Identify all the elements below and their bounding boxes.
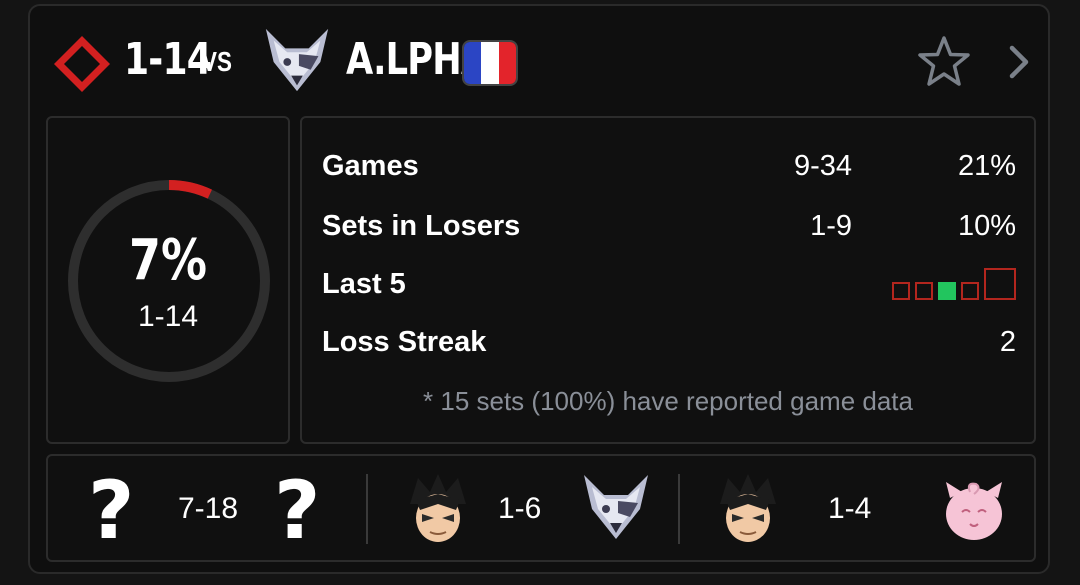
streak-value: 2 — [999, 326, 1016, 358]
wolf-icon — [584, 475, 648, 539]
losers-record: 1-9 — [810, 210, 852, 242]
footnote: * 15 sets (100%) have reported game data — [423, 386, 913, 416]
matchup-header: 1-14 VS A.LPHA — [46, 26, 1036, 96]
france-flag-icon — [462, 40, 518, 86]
losers-percent: 10% — [957, 210, 1016, 242]
character-matchups: ? 7-18 ? 1-6 1-4 — [46, 454, 1036, 562]
kazuya-icon — [720, 474, 776, 542]
games-record: 9-34 — [793, 150, 852, 182]
matchup-item[interactable]: ? 7-18 ? — [48, 456, 368, 560]
divider — [678, 474, 680, 544]
divider — [366, 474, 368, 544]
streak-label: Loss Streak — [322, 326, 487, 358]
jigglypuff-icon — [946, 482, 1002, 540]
red-diamond-icon — [54, 36, 110, 92]
kazuya-icon — [410, 474, 466, 542]
loss-indicator — [915, 282, 933, 300]
question-mark-icon: ? — [88, 464, 135, 557]
games-percent: 21% — [957, 150, 1016, 182]
star-icon[interactable] — [916, 34, 972, 90]
win-rate-panel: 7% 1-14 — [46, 116, 290, 444]
matchup-record: 1-6 — [498, 492, 542, 525]
matchup-item[interactable]: 1-6 — [370, 456, 676, 560]
matchup-record: 7-18 — [178, 492, 239, 525]
chevron-right-icon[interactable] — [1004, 42, 1034, 82]
header-record: 1-14 — [124, 34, 212, 85]
stats-panel: Games 9-34 21% Sets in Losers 1-9 10% La… — [300, 116, 1036, 444]
loss-indicator — [984, 268, 1016, 300]
wolf-icon — [265, 28, 329, 92]
question-mark-icon: ? — [274, 464, 321, 557]
games-row: Games 9-34 21% — [322, 150, 1016, 190]
losers-row: Sets in Losers 1-9 10% — [322, 210, 1016, 250]
matchup-record: 1-4 — [828, 492, 872, 525]
loss-indicator — [961, 282, 979, 300]
set-record: 1-14 — [137, 300, 199, 333]
losers-label: Sets in Losers — [322, 210, 521, 242]
matchup-item[interactable]: 1-4 — [682, 456, 1034, 560]
last5-label: Last 5 — [322, 268, 406, 300]
win-indicator — [938, 282, 956, 300]
vs-label: VS — [202, 46, 232, 77]
streak-row: Loss Streak 2 — [322, 326, 1016, 366]
loss-indicator — [892, 282, 910, 300]
last5-indicators — [892, 268, 1016, 300]
last5-row: Last 5 — [322, 268, 1016, 308]
head-to-head-card[interactable]: 1-14 VS A.LPHA 7% 1-14 Games 9-34 21% Se… — [28, 4, 1050, 574]
games-label: Games — [322, 150, 419, 182]
win-percent: 7% — [129, 228, 207, 293]
